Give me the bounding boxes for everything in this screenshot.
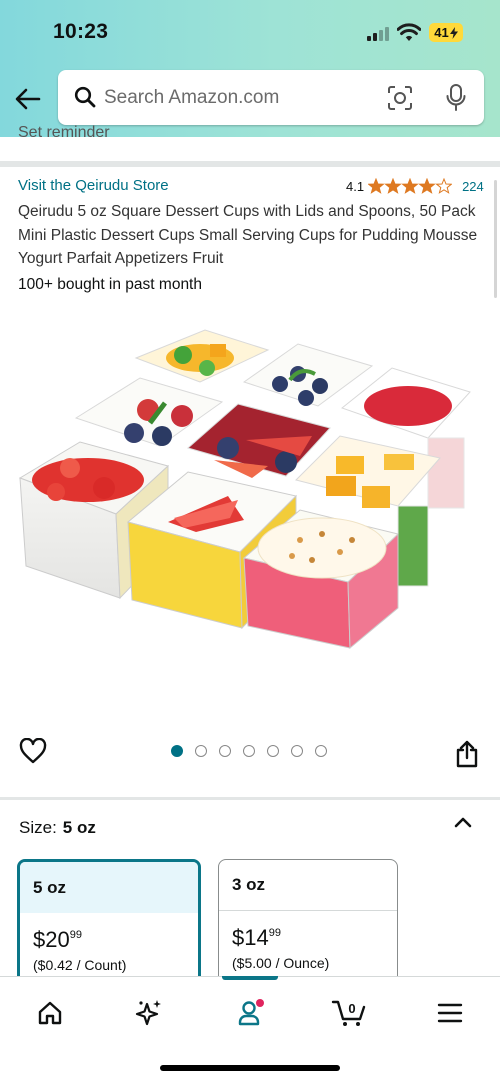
star-rating-icon: [368, 178, 452, 194]
nav-account[interactable]: [230, 993, 270, 1033]
cup-berries: [74, 377, 224, 447]
share-icon[interactable]: [455, 740, 479, 768]
size-selector-header[interactable]: Size: 5 oz: [19, 818, 96, 838]
set-reminder-link[interactable]: Set reminder: [18, 124, 110, 138]
cart-count: 0: [348, 1001, 355, 1016]
pagination-dot[interactable]: [219, 745, 231, 757]
nav-rufus[interactable]: [129, 993, 169, 1033]
active-tab-indicator: [222, 976, 278, 980]
cart-icon: 0: [331, 1000, 366, 1026]
image-pagination[interactable]: [171, 745, 327, 757]
microphone-icon[interactable]: [446, 84, 466, 112]
nav-home[interactable]: [30, 993, 70, 1033]
size-option-name: 3 oz: [219, 860, 397, 911]
rating-summary[interactable]: 4.1 224: [346, 178, 484, 194]
wifi-icon: [397, 23, 421, 41]
price-whole: $14: [232, 925, 269, 950]
chevron-up-icon[interactable]: [452, 812, 474, 832]
sparkle-icon: [135, 1000, 161, 1026]
battery-icon: 41: [429, 23, 463, 42]
size-option-price: $1499: [219, 925, 397, 951]
unit-price: ($0.42 / Count): [33, 957, 127, 973]
section-divider: [0, 797, 500, 800]
size-option-price: $2099: [20, 927, 198, 953]
rating-count-link[interactable]: 224: [462, 179, 484, 194]
scrollbar[interactable]: [494, 180, 497, 298]
rating-value: 4.1: [346, 178, 365, 194]
home-icon: [38, 1001, 62, 1025]
size-option-name: 5 oz: [20, 862, 198, 913]
cup-mango: [134, 329, 270, 383]
pagination-dot[interactable]: [243, 745, 255, 757]
price-whole: $20: [33, 927, 70, 952]
pagination-dot[interactable]: [171, 745, 183, 757]
menu-icon: [437, 1003, 463, 1023]
bought-count: 100+ bought in past month: [18, 276, 202, 293]
pagination-dot[interactable]: [267, 745, 279, 757]
app-header: 10:23 41: [0, 0, 500, 137]
search-bar[interactable]: [58, 70, 484, 125]
search-icon: [74, 86, 96, 108]
search-input[interactable]: [104, 84, 374, 112]
pagination-dot[interactable]: [291, 745, 303, 757]
size-selected-value: 5 oz: [62, 818, 96, 837]
home-indicator[interactable]: [160, 1065, 340, 1071]
nav-cart[interactable]: 0: [329, 993, 369, 1033]
section-divider: [0, 161, 500, 167]
price-cents: 99: [69, 929, 82, 941]
signal-icon: [367, 25, 389, 41]
back-button[interactable]: [13, 84, 43, 114]
size-label: Size:: [19, 818, 57, 837]
product-image[interactable]: [0, 308, 500, 728]
product-title: Qeirudu 5 oz Square Dessert Cups with Li…: [18, 203, 478, 267]
pagination-dot[interactable]: [315, 745, 327, 757]
pagination-dot[interactable]: [195, 745, 207, 757]
price-cents: 99: [268, 927, 281, 939]
store-link[interactable]: Visit the Qeirudu Store: [18, 177, 169, 194]
battery-level: 41: [434, 25, 449, 40]
camera-search-icon[interactable]: [387, 85, 413, 111]
charging-bolt-icon: [449, 26, 458, 39]
nav-menu[interactable]: [430, 993, 470, 1033]
account-icon: [238, 999, 264, 1026]
notification-dot: [256, 999, 264, 1007]
heart-icon[interactable]: [19, 738, 47, 764]
cup-blueberry-top: [242, 343, 374, 407]
status-time: 10:23: [53, 20, 109, 43]
unit-price: ($5.00 / Ounce): [232, 955, 330, 971]
back-arrow-icon: [15, 88, 41, 110]
